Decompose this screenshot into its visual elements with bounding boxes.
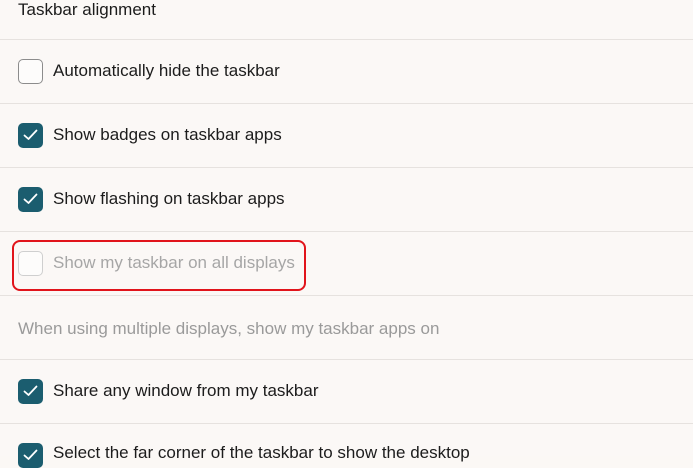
share-window-row[interactable]: Share any window from my taskbar	[0, 360, 693, 424]
far-corner-show-desktop-label: Select the far corner of the taskbar to …	[53, 443, 470, 462]
far-corner-show-desktop-row[interactable]: Select the far corner of the taskbar to …	[0, 424, 693, 468]
auto-hide-taskbar-row[interactable]: Automatically hide the taskbar	[0, 40, 693, 104]
taskbar-alignment-label: Taskbar alignment	[18, 0, 156, 19]
highlight-outline	[12, 240, 306, 291]
auto-hide-taskbar-label: Automatically hide the taskbar	[53, 61, 280, 80]
taskbar-behaviors-panel: Taskbar alignment Automatically hide the…	[0, 0, 693, 468]
show-badges-label: Show badges on taskbar apps	[53, 125, 282, 144]
show-badges-checkbox[interactable]	[18, 123, 43, 148]
multiple-displays-label: When using multiple displays, show my ta…	[18, 319, 440, 338]
checkmark-icon	[23, 449, 38, 460]
checkmark-icon	[23, 193, 38, 204]
show-flashing-checkbox[interactable]	[18, 187, 43, 212]
checkmark-icon	[23, 129, 38, 140]
share-window-label: Share any window from my taskbar	[53, 381, 319, 400]
show-flashing-row[interactable]: Show flashing on taskbar apps	[0, 168, 693, 232]
show-flashing-label: Show flashing on taskbar apps	[53, 189, 285, 208]
show-badges-row[interactable]: Show badges on taskbar apps	[0, 104, 693, 168]
auto-hide-taskbar-checkbox[interactable]	[18, 59, 43, 84]
multiple-displays-row: When using multiple displays, show my ta…	[0, 296, 693, 360]
share-window-checkbox[interactable]	[18, 379, 43, 404]
checkmark-icon	[23, 385, 38, 396]
taskbar-alignment-row[interactable]: Taskbar alignment	[0, 0, 693, 40]
